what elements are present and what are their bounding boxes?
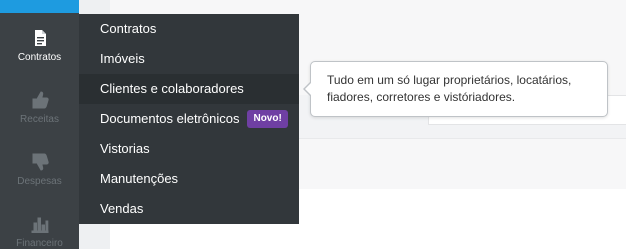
- document-icon: [34, 30, 46, 46]
- menu-item-contratos[interactable]: Contratos: [79, 14, 299, 44]
- menu-tooltip: Tudo em um só lugar proprietários, locat…: [303, 61, 608, 117]
- menu-item-label: Clientes e colaboradores: [100, 81, 244, 96]
- menu-item-clientes-colaboradores[interactable]: Clientes e colaboradores: [79, 74, 299, 104]
- sidebar-item-label: Financeiro: [16, 238, 63, 249]
- menu-item-manutencoes[interactable]: Manutenções: [79, 164, 299, 194]
- sidebar-item-label: Contratos: [17, 52, 62, 63]
- new-badge: Novo!: [247, 109, 288, 128]
- tooltip-arrow-inner: [305, 82, 312, 96]
- menu-item-label: Documentos eletrônicos: [100, 111, 240, 126]
- menu-item-label: Manutenções: [100, 171, 179, 186]
- menu-item-documentos-eletronicos[interactable]: Documentos eletrônicos Novo!: [79, 104, 299, 134]
- sidebar-item-financeiro[interactable]: Financeiro: [0, 214, 79, 249]
- sidebar: Contratos Receitas Despesas Financeiro: [0, 0, 79, 249]
- sidebar-item-receitas[interactable]: Receitas: [0, 90, 79, 125]
- menu-item-label: Contratos: [100, 21, 157, 36]
- menu-item-vistorias[interactable]: Vistorias: [79, 134, 299, 164]
- menu-item-label: Vistorias: [100, 141, 150, 156]
- sidebar-accent-bar: [0, 0, 79, 13]
- menu-item-imoveis[interactable]: Imóveis: [79, 44, 299, 74]
- sidebar-item-despesas[interactable]: Despesas: [0, 152, 79, 187]
- tooltip-text: Tudo em um só lugar proprietários, locat…: [327, 73, 572, 104]
- sidebar-item-label: Despesas: [17, 176, 62, 187]
- menu-item-vendas[interactable]: Vendas: [79, 194, 299, 224]
- bar-chart-icon: [31, 217, 48, 233]
- thumbs-up-icon: [32, 91, 49, 109]
- menu-item-label: Imóveis: [100, 51, 145, 66]
- contratos-dropdown-menu: Contratos Imóveis Clientes e colaborador…: [79, 14, 299, 224]
- thumbs-down-icon: [32, 153, 49, 171]
- sidebar-item-contratos[interactable]: Contratos: [0, 28, 79, 63]
- sidebar-item-label: Receitas: [20, 114, 59, 125]
- menu-item-label: Vendas: [100, 201, 144, 216]
